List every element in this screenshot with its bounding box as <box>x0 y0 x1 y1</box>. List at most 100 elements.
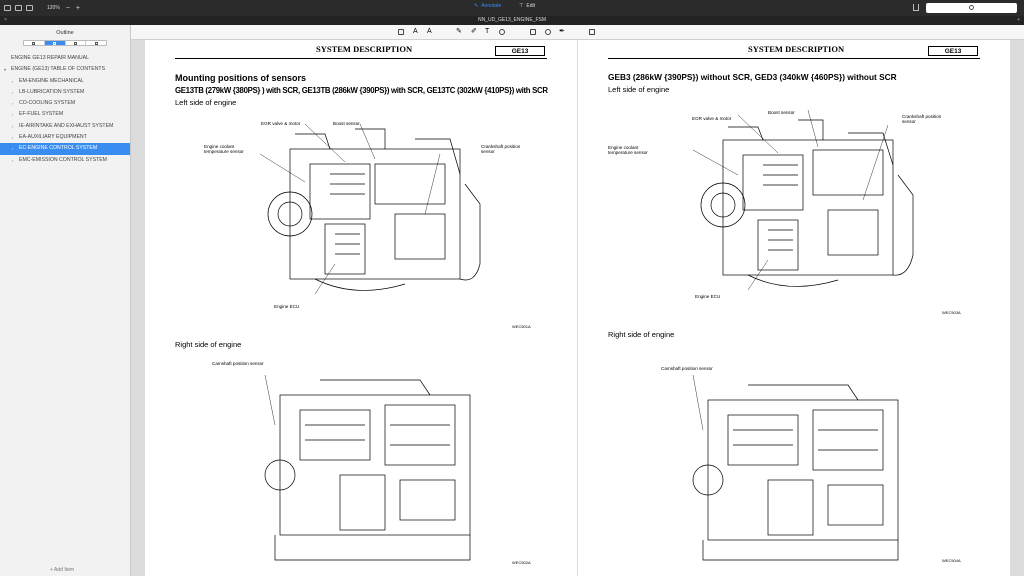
disclosure-arrow-icon[interactable]: › <box>12 121 13 132</box>
outline-item-label: EC-ENGINE CONTROL SYSTEM <box>19 145 98 152</box>
left-side-caption: Left side of engine <box>608 85 670 94</box>
outline-item[interactable]: ENGINE GE13 REPAIR MANUAL <box>0 53 130 64</box>
outline-item-label: LB-LUBRICATION SYSTEM <box>19 88 85 95</box>
header-rule <box>175 58 547 59</box>
note-icon[interactable] <box>530 29 536 35</box>
thumbnail-icon <box>94 42 98 45</box>
sidebar-title: Outline <box>56 30 74 36</box>
outline-list: ENGINE GE13 REPAIR MANUAL ▾ ENGINE (GE13) … <box>0 53 130 166</box>
figure-code: WEC504A <box>942 558 961 563</box>
zoom-in-button[interactable]: + <box>76 5 80 12</box>
page-view-icon[interactable] <box>26 5 33 11</box>
zoom-select[interactable]: 120% <box>47 5 60 11</box>
bookmark-icon <box>32 42 36 45</box>
disclosure-arrow-icon[interactable]: › <box>12 98 13 109</box>
outline-item-label: EF-FUEL SYSTEM <box>19 111 64 118</box>
coolant-sensor-label: Engine coolant temperature sensor <box>204 144 244 154</box>
coolant-sensor-label: Engine coolant temperature sensor <box>608 145 648 155</box>
search-input[interactable] <box>926 3 1017 13</box>
crankshaft-sensor-label: Crankshaft position sensor <box>481 144 521 154</box>
signature-icon[interactable]: ✒ <box>559 28 565 35</box>
crop-icon[interactable] <box>589 29 595 35</box>
annotate-button[interactable]: ✎ Annotate <box>474 3 501 9</box>
tab-annotations[interactable] <box>66 41 87 45</box>
disclosure-arrow-icon[interactable]: › <box>12 132 13 143</box>
boost-sensor-label: Boost sensor <box>333 121 360 126</box>
page-header: SYSTEM DESCRIPTION <box>316 44 413 54</box>
highlighter-icon[interactable]: ✐ <box>471 28 477 35</box>
outline-item-label: EMC-EMISSION CONTROL SYSTEM <box>19 156 108 163</box>
document-title: NN_UD_GE13_ENGINE_FSM <box>477 17 547 23</box>
grid-view-icon[interactable] <box>15 5 22 11</box>
section-heading: Mounting positions of sensors <box>175 73 306 83</box>
stamp-icon[interactable] <box>545 29 551 35</box>
figure-code: WEC502A <box>512 560 531 565</box>
page-1: SYSTEM DESCRIPTION GE13 Mounting positio… <box>145 40 577 576</box>
zoom-out-button[interactable]: − <box>66 5 70 12</box>
outline-item[interactable]: › EM-ENGINE MECHANICAL <box>0 76 130 87</box>
shapes-icon[interactable] <box>499 29 505 35</box>
disclosure-arrow-icon[interactable]: › <box>12 143 13 154</box>
engine-ecu-label: Engine ECU <box>274 304 300 309</box>
new-tab-icon[interactable]: + <box>1017 16 1020 25</box>
outline-item-label: IE-AIRINTAKE AND EXHAUST SYSTEM <box>19 122 114 129</box>
tab-thumbnails[interactable] <box>86 41 106 45</box>
outline-item[interactable]: › IE-AIRINTAKE AND EXHAUST SYSTEM <box>0 121 130 132</box>
text-box-icon[interactable] <box>398 29 404 35</box>
sidebar-view-tabs <box>23 40 107 46</box>
outline-item[interactable]: › EA-AUXILIARY EQUIPMENT <box>0 132 130 143</box>
header-rule <box>608 58 980 59</box>
outline-item[interactable]: ▾ ENGINE (GE13) TABLE OF CONTENTS <box>0 64 130 75</box>
font-icon[interactable]: A <box>427 28 433 35</box>
pen-tool-icon[interactable]: ✎ <box>456 28 462 35</box>
disclosure-arrow-icon[interactable]: › <box>12 87 13 98</box>
outline-item[interactable]: › LB-LUBRICATION SYSTEM <box>0 87 130 98</box>
close-tab-icon[interactable]: × <box>4 16 7 25</box>
tab-outline[interactable] <box>44 41 66 45</box>
section-badge: GE13 <box>495 46 545 56</box>
right-side-caption: Right side of engine <box>175 340 242 349</box>
text-tool-icon[interactable]: T <box>485 28 491 35</box>
annotation-icon <box>73 42 77 45</box>
outline-item-label: ENGINE (GE13) TABLE OF CONTENTS <box>11 66 106 73</box>
outline-item[interactable]: › EC-ENGINE CONTROL SYSTEM <box>0 143 130 155</box>
outline-item[interactable]: › EMC-EMISSION CONTROL SYSTEM <box>0 155 130 166</box>
boost-sensor-label: Boost sensor <box>768 110 795 115</box>
page-header: SYSTEM DESCRIPTION <box>748 44 845 54</box>
disclosure-arrow-icon[interactable]: ▾ <box>4 64 6 75</box>
sidebar-toggle-icon[interactable] <box>4 5 11 11</box>
camshaft-sensor-label: Camshaft position sensor <box>212 361 264 366</box>
edit-label: Edit <box>526 3 535 9</box>
page-2: SYSTEM DESCRIPTION GE13 GEB3 (286kW {390… <box>578 40 1010 576</box>
outline-sidebar: Outline ENGINE GE13 REPAIR MANUAL ▾ ENGINE… <box>0 25 131 576</box>
engine-left-diagram <box>259 123 481 295</box>
engine-ecu-label: Engine ECU <box>695 294 721 299</box>
search-icon <box>969 5 974 10</box>
model-subheading: GE13TB (279kW {380PS} ) with SCR, GE13TB… <box>175 86 548 95</box>
egr-valve-label: EGR valve & motor <box>261 121 301 126</box>
disclosure-arrow-icon[interactable]: › <box>12 76 13 87</box>
outline-item-label: EM-ENGINE MECHANICAL <box>19 77 84 84</box>
outline-item-label: ENGINE GE13 REPAIR MANUAL <box>11 55 90 61</box>
engine-right-diagram <box>264 374 471 561</box>
figure-code: WEC503A <box>942 310 961 315</box>
figure-code: WEC501A <box>512 324 531 329</box>
tab-bookmarks[interactable] <box>24 41 45 45</box>
text-style-icon[interactable]: A <box>413 28 419 35</box>
outline-item[interactable]: › CO-COOLING SYSTEM <box>0 98 130 109</box>
annotate-label: Annotate <box>481 3 502 9</box>
annotation-toolbar: A A ✎ ✐ T ✒ <box>131 25 1024 40</box>
edit-button[interactable]: ⊤ Edit <box>519 3 535 9</box>
crankshaft-sensor-label: Crankshaft position sensor <box>902 114 942 124</box>
left-side-caption: Left side of engine <box>175 98 237 107</box>
document-view: A A ✎ ✐ T ✒ SYSTEM DESCRIPTION GE13 Moun… <box>131 25 1024 576</box>
share-icon[interactable] <box>913 4 919 11</box>
add-item-button[interactable]: + Add Item <box>50 567 74 573</box>
outline-item[interactable]: › EF-FUEL SYSTEM <box>0 109 130 120</box>
section-heading: GEB3 (286kW {390PS}) without SCR, GED3 (… <box>608 72 897 82</box>
edit-icon: ⊤ <box>519 3 524 9</box>
right-side-caption: Right side of engine <box>608 330 675 339</box>
disclosure-arrow-icon[interactable]: › <box>12 155 13 166</box>
disclosure-arrow-icon[interactable]: › <box>12 109 13 120</box>
document-tab[interactable]: × NN_UD_GE13_ENGINE_FSM + <box>0 16 1024 25</box>
